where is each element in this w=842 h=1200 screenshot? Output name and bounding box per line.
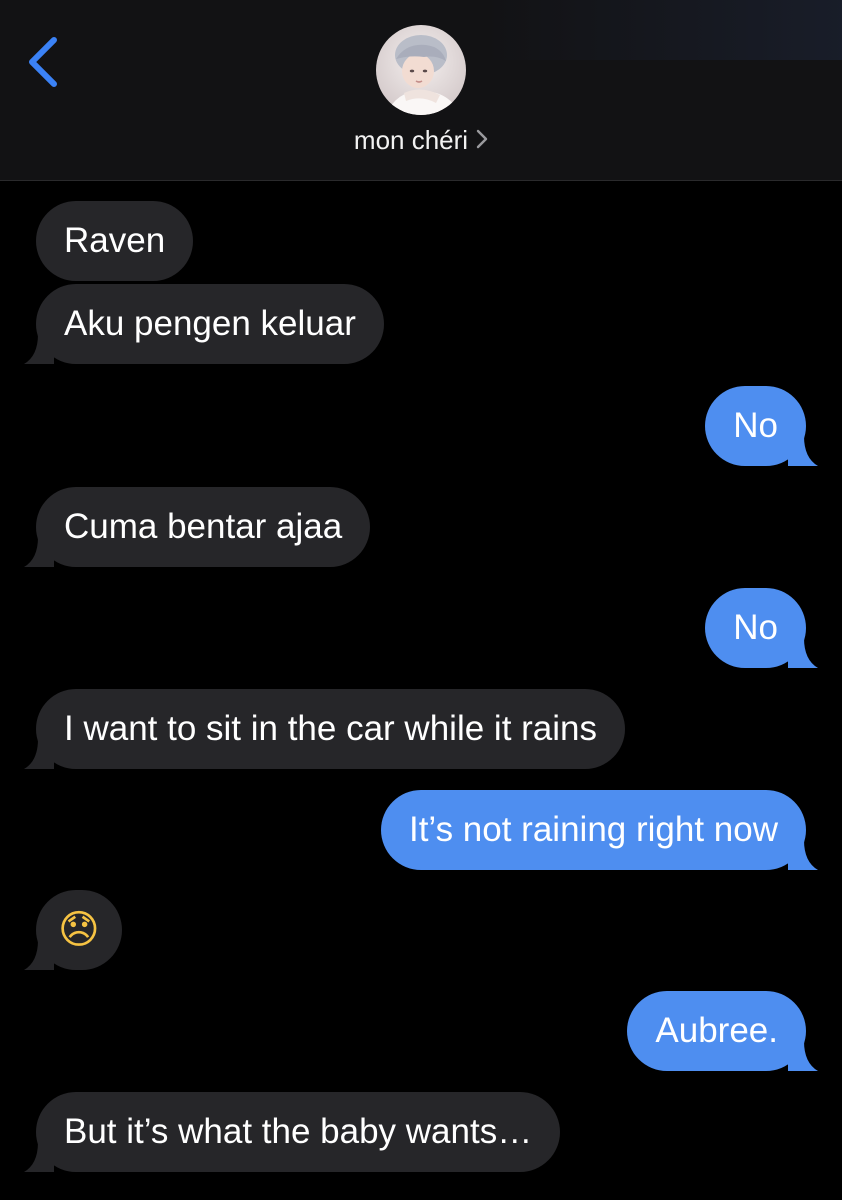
contact-name: mon chéri xyxy=(353,125,469,155)
message-text: I want to sit in the car while it rains xyxy=(64,709,597,748)
message-thread: Raven Aku pengen keluar No Cuma bentar a… xyxy=(0,180,842,1200)
message-bubble-outgoing[interactable]: No xyxy=(705,386,818,466)
message-bubble-incoming[interactable]: Cuma bentar ajaa xyxy=(24,487,371,567)
bubble-tail-icon xyxy=(24,537,54,567)
avatar[interactable] xyxy=(376,25,466,115)
chevron-left-icon xyxy=(29,37,57,87)
bubble-tail-icon xyxy=(788,840,818,870)
message-text: Aubree. xyxy=(655,1011,778,1050)
message-bubble-outgoing[interactable]: Aubree. xyxy=(627,991,818,1071)
message-bubble-incoming[interactable]: But it’s what the baby wants… xyxy=(24,1092,561,1172)
conversation-header: mon chéri xyxy=(0,0,842,181)
message-bubble-incoming[interactable]: Aku pengen keluar xyxy=(24,284,384,364)
message-text: Cuma bentar ajaa xyxy=(64,507,343,546)
bubble-tail-icon xyxy=(788,436,818,466)
message-text: Raven xyxy=(64,221,166,260)
message-bubble-outgoing[interactable]: No xyxy=(705,588,818,668)
message-text: Aku pengen keluar xyxy=(64,304,356,343)
message-bubble-incoming[interactable]: Raven xyxy=(36,201,194,281)
message-bubble-outgoing[interactable]: It’s not raining right now xyxy=(380,790,818,870)
contact-photo xyxy=(376,25,466,115)
message-text: No xyxy=(733,406,778,445)
message-bubble-incoming[interactable]: I want to sit in the car while it rains xyxy=(24,689,625,769)
message-text: It’s not raining right now xyxy=(408,810,778,849)
bubble-tail-icon xyxy=(788,1041,818,1071)
bubble-tail-icon xyxy=(24,1142,54,1172)
disappointed-face-emoji: 😞 xyxy=(58,907,100,953)
bubble-tail-icon xyxy=(24,334,54,364)
bubble-tail-icon xyxy=(788,638,818,668)
message-text: But it’s what the baby wants… xyxy=(64,1112,533,1151)
chevron-right-icon xyxy=(476,122,488,158)
bubble-tail-icon xyxy=(24,940,54,970)
message-bubble-incoming[interactable]: 😞 xyxy=(24,890,122,970)
back-button[interactable] xyxy=(22,36,72,88)
bubble-tail-icon xyxy=(24,739,54,769)
contact-name-button[interactable]: mon chéri xyxy=(0,122,842,158)
message-text: No xyxy=(733,608,778,647)
